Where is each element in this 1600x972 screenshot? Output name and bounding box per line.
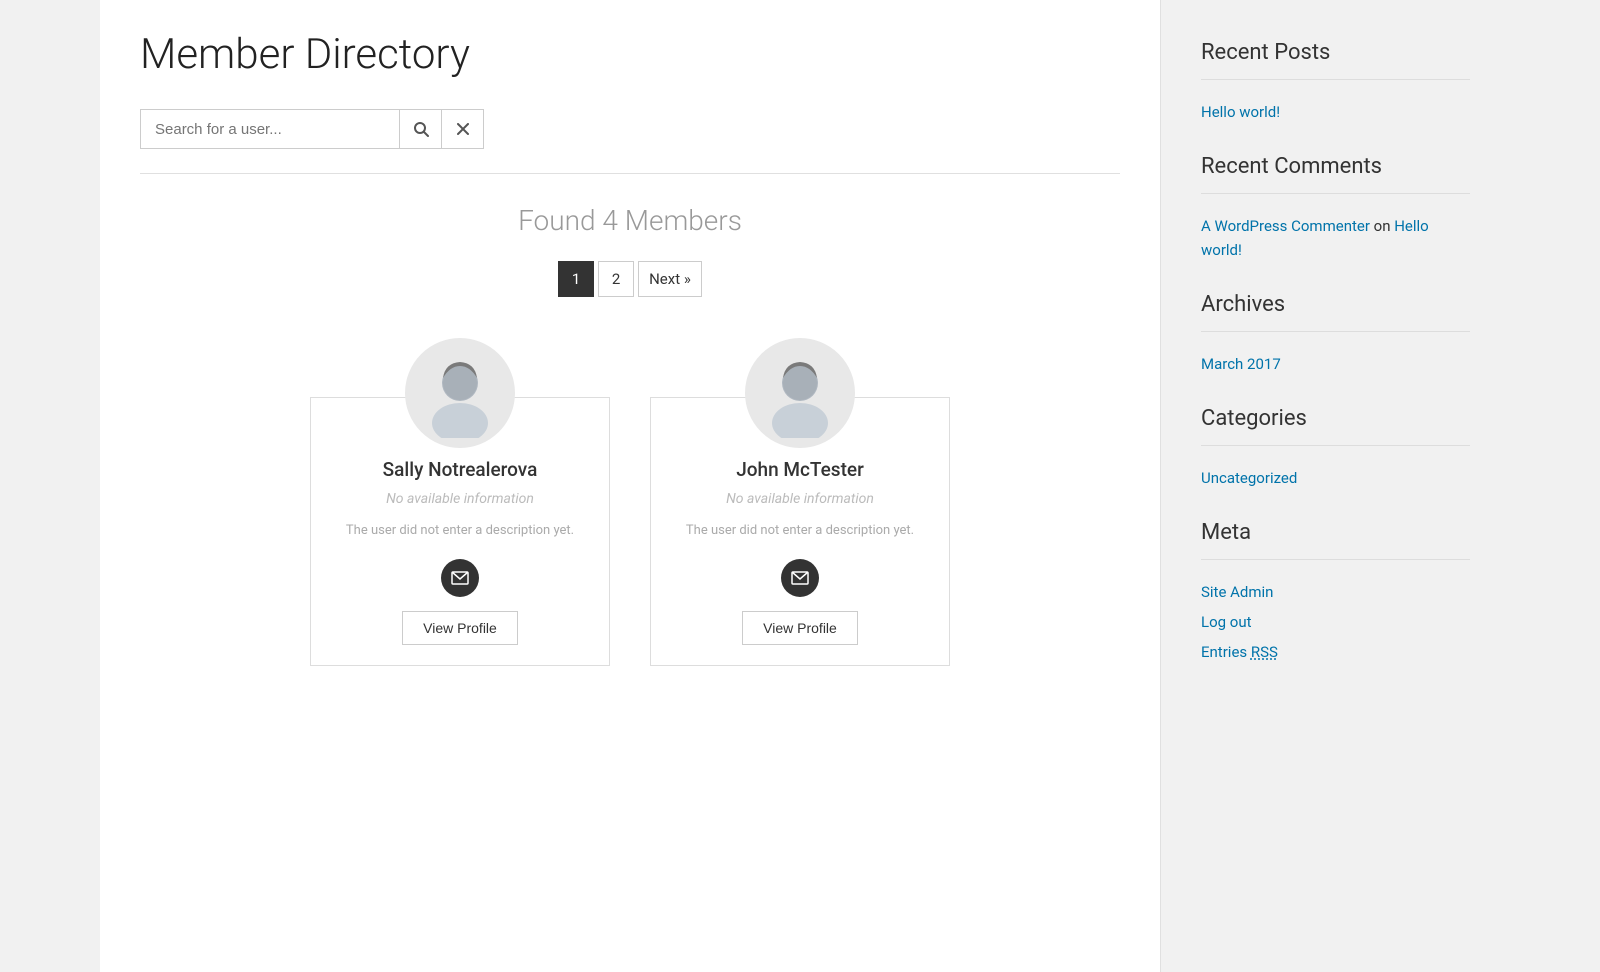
search-input[interactable]: [140, 109, 400, 149]
member-info: No available information: [726, 491, 874, 507]
search-area: [140, 109, 1120, 149]
search-divider: [140, 173, 1120, 174]
member-card: Sally Notrealerova No available informat…: [310, 397, 610, 666]
sidebar-meta-heading: Meta: [1201, 520, 1470, 545]
member-description: The user did not enter a description yet…: [686, 521, 914, 541]
sidebar: Recent Posts Hello world! Recent Comment…: [1160, 0, 1500, 972]
sidebar-meta-site-admin[interactable]: Site Admin: [1201, 580, 1470, 604]
member-cards: Sally Notrealerova No available informat…: [140, 337, 1120, 666]
sidebar-link-hello-world[interactable]: Hello world!: [1201, 100, 1470, 124]
sidebar-archives-heading: Archives: [1201, 292, 1470, 317]
page-title: Member Directory: [140, 30, 1120, 79]
member-name: Sally Notrealerova: [383, 458, 538, 481]
member-name: John McTester: [736, 458, 864, 481]
sidebar-divider: [1201, 559, 1470, 560]
rss-text: RSS: [1251, 643, 1278, 661]
member-card: John McTester No available information T…: [650, 397, 950, 666]
sidebar-divider: [1201, 79, 1470, 80]
email-button[interactable]: [441, 559, 479, 597]
avatar-icon: [755, 348, 845, 438]
avatar: [405, 338, 515, 448]
sidebar-archive-march-2017[interactable]: March 2017: [1201, 352, 1470, 376]
entries-text: Entries: [1201, 643, 1247, 661]
next-page-button[interactable]: Next »: [638, 261, 702, 297]
sidebar-divider: [1201, 331, 1470, 332]
view-profile-button[interactable]: View Profile: [742, 611, 858, 645]
close-icon: [457, 123, 469, 135]
sidebar-categories: Categories Uncategorized: [1201, 406, 1470, 490]
avatar-icon: [415, 348, 505, 438]
sidebar-meta-log-out[interactable]: Log out: [1201, 610, 1470, 634]
sidebar-commenter-link[interactable]: A WordPress Commenter: [1201, 217, 1370, 235]
sidebar-divider: [1201, 445, 1470, 446]
sidebar-comment-text: A WordPress Commenter on Hello world!: [1201, 214, 1470, 262]
view-profile-button[interactable]: View Profile: [402, 611, 518, 645]
member-info: No available information: [386, 491, 534, 507]
sidebar-recent-comments: Recent Comments A WordPress Commenter on…: [1201, 154, 1470, 262]
sidebar-category-uncategorized[interactable]: Uncategorized: [1201, 466, 1470, 490]
sidebar-recent-posts: Recent Posts Hello world!: [1201, 40, 1470, 124]
sidebar-meta-entries-rss[interactable]: Entries RSS: [1201, 640, 1470, 664]
page-1-button[interactable]: 1: [558, 261, 594, 297]
search-icon: [413, 121, 429, 137]
page-2-button[interactable]: 2: [598, 261, 634, 297]
sidebar-recent-posts-heading: Recent Posts: [1201, 40, 1470, 65]
avatar: [745, 338, 855, 448]
found-members-heading: Found 4 Members: [140, 204, 1120, 237]
sidebar-recent-comments-heading: Recent Comments: [1201, 154, 1470, 179]
on-text: on: [1374, 217, 1391, 235]
pagination: 1 2 Next »: [140, 261, 1120, 297]
email-icon: [451, 571, 469, 585]
clear-button[interactable]: [442, 109, 484, 149]
search-button[interactable]: [400, 109, 442, 149]
member-description: The user did not enter a description yet…: [346, 521, 574, 541]
sidebar-archives: Archives March 2017: [1201, 292, 1470, 376]
sidebar-categories-heading: Categories: [1201, 406, 1470, 431]
email-icon: [791, 571, 809, 585]
sidebar-meta: Meta Site Admin Log out Entries RSS: [1201, 520, 1470, 664]
sidebar-divider: [1201, 193, 1470, 194]
email-button[interactable]: [781, 559, 819, 597]
